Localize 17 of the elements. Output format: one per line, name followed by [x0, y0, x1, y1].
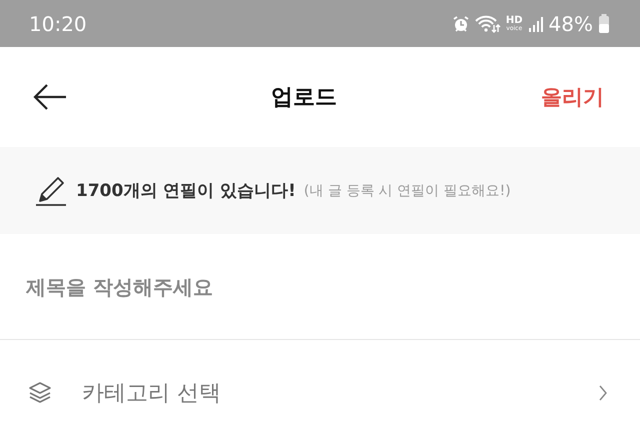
network-label: HD	[506, 16, 523, 26]
pencil-icon	[36, 176, 68, 206]
pencil-hint: (내 글 등록 시 연필이 필요해요!)	[304, 182, 511, 200]
battery-icon	[598, 14, 610, 34]
page-title: 업로드	[271, 84, 337, 112]
pencil-count-message: 1700개의 연필이 있습니다!	[76, 180, 296, 202]
category-label: 카테고리 선택	[82, 380, 222, 408]
alarm-icon	[452, 14, 470, 32]
layers-icon	[28, 381, 52, 405]
battery-percent: 48%	[548, 12, 593, 36]
signal-icon	[528, 14, 544, 32]
chevron-right-icon	[598, 385, 608, 401]
category-row[interactable]: 카테고리 선택	[0, 340, 640, 440]
wifi-icon	[474, 14, 501, 32]
upload-button[interactable]: 올리기	[541, 83, 604, 111]
back-arrow-icon[interactable]	[33, 83, 67, 111]
status-time: 10:20	[29, 12, 87, 36]
